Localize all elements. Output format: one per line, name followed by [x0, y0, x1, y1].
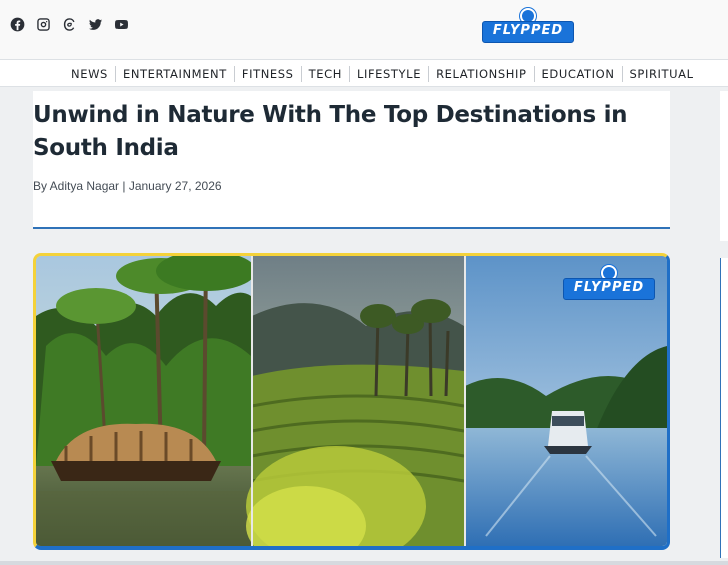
instagram-icon[interactable]	[35, 16, 51, 32]
nav-item-fitness[interactable]: FITNESS	[233, 66, 301, 82]
twitter-icon[interactable]	[87, 16, 103, 32]
nav-item-relationship[interactable]: RELATIONSHIP	[428, 66, 533, 82]
image-watermark-logo: FLYPPED	[563, 265, 655, 301]
youtube-icon[interactable]	[113, 16, 129, 32]
featured-image[interactable]: FLYPPED	[33, 253, 670, 550]
page-bottom-edge	[0, 561, 728, 565]
article-byline: By Aditya Nagar | January 27, 2026	[33, 179, 222, 193]
sidebar-edge	[720, 91, 728, 241]
nav-item-spiritual[interactable]: SPIRITUAL	[621, 66, 701, 82]
nav-item-education[interactable]: EDUCATION	[533, 66, 622, 82]
watermark-text: FLYPPED	[573, 280, 645, 295]
main-navigation: NEWS ENTERTAINMENT FITNESS TECH LIFESTYL…	[0, 59, 728, 87]
facebook-icon[interactable]	[9, 16, 25, 32]
sidebar-edge-lower	[720, 258, 728, 558]
threads-icon[interactable]	[61, 16, 77, 32]
social-links	[9, 16, 129, 32]
article-title: Unwind in Nature With The Top Destinatio…	[33, 102, 628, 161]
top-header: FLYPPED	[0, 0, 728, 59]
site-logo[interactable]: FLYPPED	[482, 8, 574, 44]
nav-item-lifestyle[interactable]: LIFESTYLE	[348, 66, 428, 82]
nav-item-entertainment[interactable]: ENTERTAINMENT	[114, 66, 234, 82]
logo-text: FLYPPED	[492, 23, 564, 38]
nav-item-news[interactable]: NEWS	[64, 66, 115, 82]
nav-item-tech[interactable]: TECH	[300, 66, 349, 82]
article-header: Unwind in Nature With The Top Destinatio…	[33, 91, 670, 229]
nav-menu: NEWS ENTERTAINMENT FITNESS TECH LIFESTYL…	[64, 60, 701, 88]
